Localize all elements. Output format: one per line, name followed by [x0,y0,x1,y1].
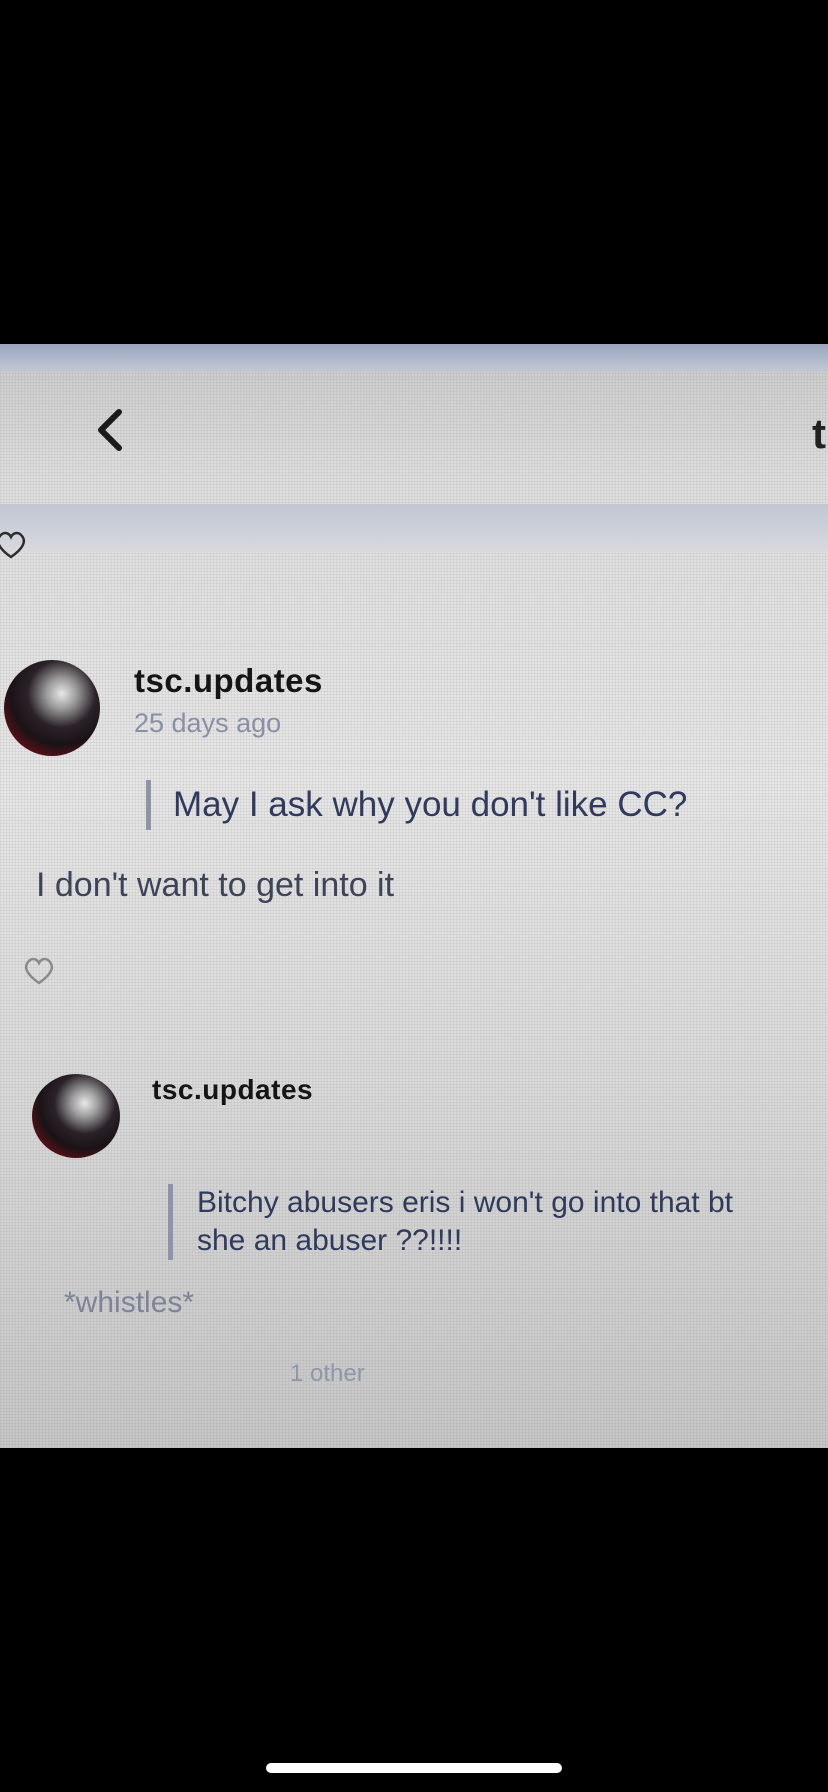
comment-username[interactable]: tsc.updates [134,662,323,700]
comment-timestamp: 25 days ago [134,708,282,738]
quoted-text-line: she an abuser ??!!!! [197,1224,463,1257]
heart-outline-icon[interactable] [22,956,56,986]
screen-area: t tsc.updates 25 days ago May I ask why … [0,344,828,1448]
comment-body: I don't want to get into it [36,866,395,904]
photo-frame: t tsc.updates 25 days ago May I ask why … [0,0,828,1792]
quoted-text-line: Bitchy abusers eris i won't go into that… [197,1186,734,1219]
header-title-fragment: t [812,410,826,457]
comment-username[interactable]: tsc.updates [152,1074,313,1106]
comment-body: *whistles* [64,1286,195,1319]
status-band [0,344,828,372]
back-button[interactable] [88,404,132,456]
chevron-left-icon [98,409,122,451]
quoted-text: Bitchy abusers eris i won't go into that… [168,1184,733,1260]
home-indicator[interactable] [266,1763,562,1773]
heart-outline-icon[interactable] [0,530,28,560]
quoted-text: May I ask why you don't like CC? [146,780,687,830]
likes-summary-link[interactable]: 1 other [290,1360,365,1388]
toolbar-band [0,504,828,552]
avatar[interactable] [32,1074,120,1158]
avatar[interactable] [4,660,100,756]
